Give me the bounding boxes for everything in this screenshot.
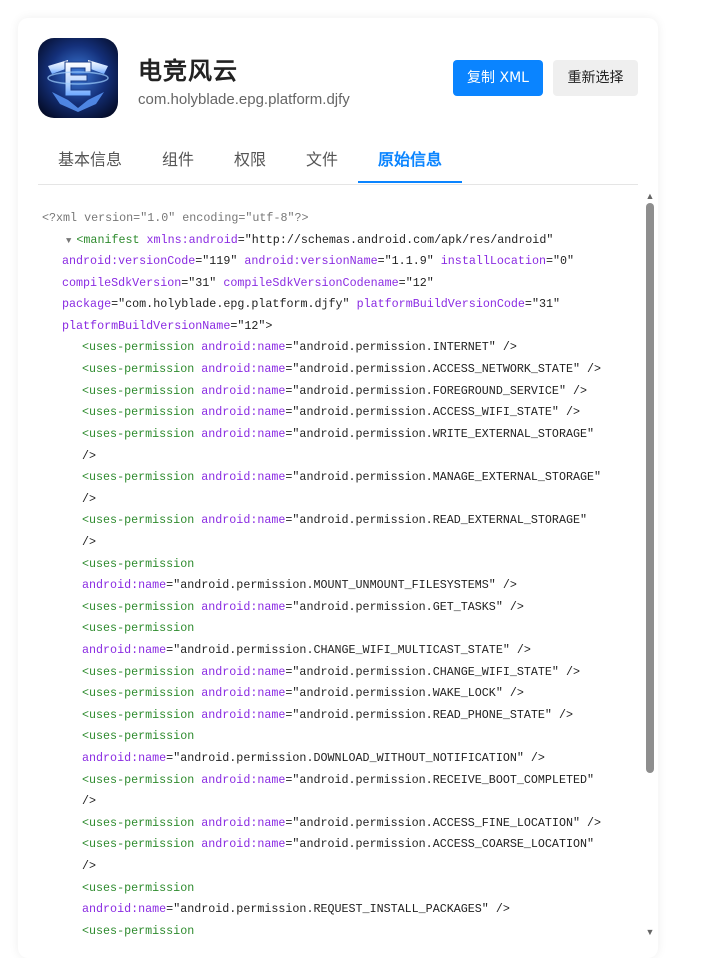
manifest-line-4: package="com.holyblade.epg.platform.djfy… bbox=[62, 297, 560, 311]
permission-line: <uses-permission android:name="android.p… bbox=[82, 665, 580, 679]
tab-permissions[interactable]: 权限 bbox=[214, 144, 286, 184]
tab-files[interactable]: 文件 bbox=[286, 144, 358, 184]
xml-viewer[interactable]: <?xml version="1.0" encoding="utf-8"?> ▼… bbox=[38, 206, 648, 958]
manifest-line-3: compileSdkVersion="31" compileSdkVersion… bbox=[62, 276, 434, 290]
tab-basic-info[interactable]: 基本信息 bbox=[38, 144, 142, 184]
permission-line-close: /> bbox=[82, 535, 97, 549]
manifest-line-1: ▼ <manifest xmlns:android="http://schemas… bbox=[66, 233, 554, 247]
permission-line: <uses-permission android:name="android.p… bbox=[82, 340, 517, 354]
collapse-triangle-icon[interactable]: ▼ bbox=[66, 236, 71, 246]
app-logo-icon bbox=[38, 38, 118, 118]
tab-bar: 基本信息 组件 权限 文件 原始信息 bbox=[38, 144, 638, 185]
scroll-up-arrow-icon[interactable]: ▲ bbox=[645, 192, 655, 201]
permission-line: <uses-permission bbox=[82, 557, 195, 571]
permission-line: <uses-permission android:name="android.p… bbox=[82, 362, 602, 376]
active-tab-indicator bbox=[358, 181, 462, 183]
permission-line: android:name="android.permission.MOUNT_U… bbox=[82, 578, 517, 592]
reselect-button[interactable]: 重新选择 bbox=[553, 60, 638, 96]
permission-line: <uses-permission bbox=[82, 924, 195, 938]
permission-line: android:name="android.permission.DOWNLOA… bbox=[82, 751, 545, 765]
permission-line: android:name="android.permission.REQUEST… bbox=[82, 902, 510, 916]
xml-declaration: <?xml version="1.0" encoding="utf-8"?> bbox=[42, 211, 309, 225]
permission-line-close: /> bbox=[82, 449, 97, 463]
permission-line-close: /> bbox=[82, 794, 97, 808]
permission-line: <uses-permission bbox=[82, 621, 195, 635]
permission-line: <uses-permission android:name="android.p… bbox=[82, 513, 587, 527]
app-name: 电竞风云 bbox=[138, 57, 238, 85]
manifest-line-5: platformBuildVersionName="12"> bbox=[62, 319, 273, 333]
copy-xml-button[interactable]: 复制 XML bbox=[453, 60, 543, 96]
permission-line-close: /> bbox=[82, 492, 97, 506]
app-package-name: com.holyblade.epg.platform.djfy bbox=[138, 91, 350, 108]
permission-line: <uses-permission android:name="android.p… bbox=[82, 686, 524, 700]
manifest-line-2: android:versionCode="119" android:versio… bbox=[62, 254, 575, 268]
permission-line: <uses-permission android:name="android.p… bbox=[82, 427, 595, 441]
permission-line: <uses-permission bbox=[82, 729, 195, 743]
scrollbar-thumb[interactable] bbox=[646, 203, 654, 773]
permission-line: <uses-permission android:name="android.p… bbox=[82, 600, 524, 614]
permission-line: <uses-permission android:name="android.p… bbox=[82, 470, 602, 484]
permission-line: <uses-permission android:name="android.p… bbox=[82, 837, 595, 851]
tab-components[interactable]: 组件 bbox=[142, 144, 214, 184]
permission-line: <uses-permission android:name="android.p… bbox=[82, 405, 580, 419]
permission-line: android:name="android.permission.CHANGE_… bbox=[82, 643, 531, 657]
permission-line-close: /> bbox=[82, 859, 97, 873]
permission-line: <uses-permission bbox=[82, 881, 195, 895]
permission-line: <uses-permission android:name="android.p… bbox=[82, 384, 588, 398]
permission-line: <uses-permission android:name="android.p… bbox=[82, 708, 573, 722]
scroll-down-arrow-icon[interactable]: ▼ bbox=[645, 928, 655, 937]
permission-line: <uses-permission android:name="android.p… bbox=[82, 773, 595, 787]
tab-raw-info[interactable]: 原始信息 bbox=[358, 144, 462, 184]
app-info-card: 电竞风云 com.holyblade.epg.platform.djfy 复制 … bbox=[18, 18, 658, 958]
permission-line: <uses-permission android:name="android.p… bbox=[82, 816, 602, 830]
